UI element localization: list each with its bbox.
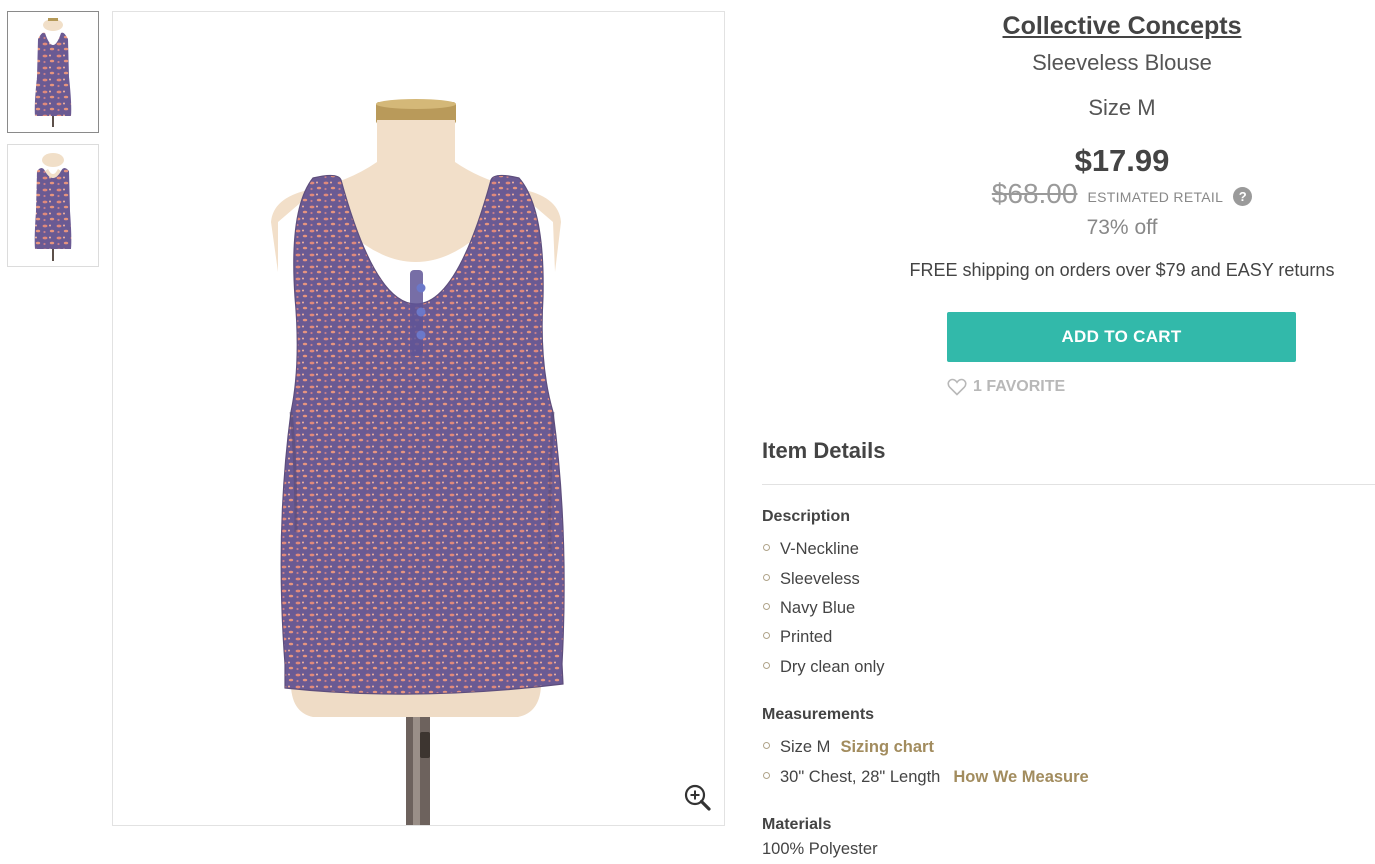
list-item: 30" Chest, 28" Length How We Measure [762,762,1089,791]
list-item: Size M Sizing chart [762,733,1089,762]
sizing-chart-link[interactable]: Sizing chart [840,738,934,757]
divider [762,484,1375,485]
favorite-count-label: 1 FAVORITE [973,378,1066,395]
materials-heading: Materials [762,816,832,833]
how-we-measure-link[interactable]: How We Measure [953,768,1088,787]
bullet-icon [763,573,770,581]
retail-price-row: $68.00 ESTIMATED RETAIL ? [868,178,1375,210]
list-item: V-Neckline [762,535,885,564]
retail-price: $68.00 [991,178,1078,209]
list-item: Sleeveless [762,564,885,593]
back-thumbnail-image [34,152,72,261]
description-list: V-Neckline Sleeveless Navy Blue Printed … [762,535,885,682]
discount-percent: 73% off [1086,216,1158,239]
thumbnail-back[interactable] [7,144,99,267]
product-type: Sleeveless Blouse [1032,50,1212,75]
bullet-icon [763,742,770,750]
blouse-on-mannequin-image [271,99,565,825]
measurements-heading: Measurements [762,706,875,723]
product-main-image[interactable] [112,11,725,826]
bullet-icon [763,661,770,669]
product-size: Size M [1088,95,1156,120]
zoom-in-icon[interactable] [682,782,714,814]
description-heading: Description [762,508,851,525]
measurement-size: Size M [780,738,831,757]
estimated-retail-label: ESTIMATED RETAIL [1087,189,1224,205]
help-icon[interactable]: ? [1233,187,1253,206]
bullet-icon [763,771,770,779]
front-thumbnail-image [34,18,72,127]
sale-price: $17.99 [1074,143,1170,178]
bullet-icon [763,602,770,610]
materials-value: 100% Polyester [762,840,878,858]
brand-link[interactable]: Collective Concepts [868,12,1375,41]
favorite-button[interactable]: 1 FAVORITE [947,378,1065,396]
thumbnail-front[interactable] [7,11,99,133]
measurements-list: Size M Sizing chart 30" Chest, 28" Length… [762,733,1089,792]
item-details-heading: Item Details [762,438,886,463]
shipping-info: FREE shipping on orders over $79 and EAS… [909,260,1335,280]
list-item: Printed [762,623,885,652]
list-item: Dry clean only [762,653,885,682]
heart-icon [947,378,967,396]
add-to-cart-button[interactable]: ADD TO CART [947,312,1296,362]
measurement-dimensions: 30" Chest, 28" Length [780,767,941,786]
list-item: Navy Blue [762,594,885,623]
bullet-icon [763,632,770,640]
bullet-icon [763,544,770,552]
